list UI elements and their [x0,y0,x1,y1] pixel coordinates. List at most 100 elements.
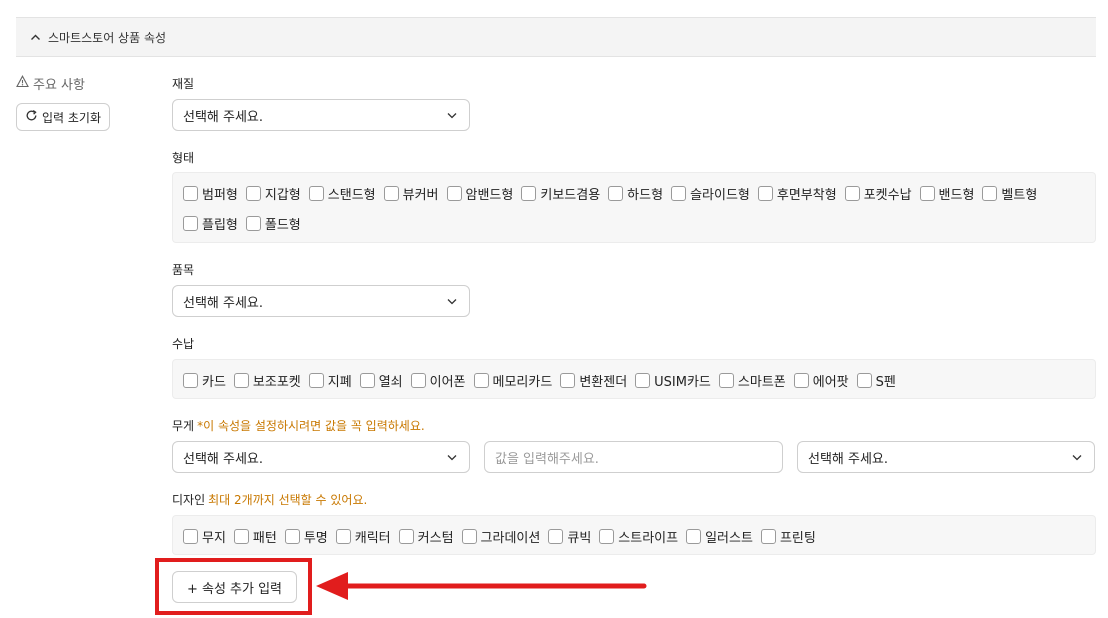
shape-option[interactable]: 범퍼형 [183,178,238,208]
design-option[interactable]: 패턴 [233,521,277,551]
storage-option[interactable]: 스마트폰 [718,365,786,395]
storage-checkbox[interactable] [635,372,651,388]
design-label-row: 디자인 최대 2개까지 선택할 수 있어요. [172,491,367,508]
design-option[interactable]: 캐릭터 [335,521,391,551]
shape-label: 형태 [172,151,195,165]
reset-label: 입력 초기화 [42,110,102,125]
design-option[interactable]: 커스텀 [398,521,454,551]
design-checkbox[interactable] [461,528,477,544]
section-header[interactable]: 스마트스토어 상품 속성 [16,17,1096,57]
item-select[interactable]: 선택해 주세요. [172,285,470,317]
design-checkbox[interactable] [599,528,615,544]
storage-checkbox[interactable] [793,372,809,388]
design-option[interactable]: 스트라이프 [599,521,678,551]
shape-checkbox[interactable] [982,185,998,201]
storage-checkbox[interactable] [233,372,249,388]
storage-option-label: 에어팟 [812,374,849,390]
shape-checkbox[interactable] [245,185,261,201]
section-title: 스마트스토어 상품 속성 [48,30,167,45]
shape-checkbox[interactable] [383,185,399,201]
storage-checkbox-group: 카드 보조포켓 지폐 열쇠 이어폰 메모리카드 변환젠더 USIM카드 스마트폰 에어팟 S펜 [172,359,1096,399]
design-option[interactable]: 투명 [284,521,328,551]
chevron-down-icon [447,108,457,123]
weight-value-input[interactable]: 값을 입력해주세요. [484,441,783,473]
shape-checkbox[interactable] [245,216,261,232]
storage-option[interactable]: 에어팟 [793,365,849,395]
storage-option[interactable]: 보조포켓 [233,365,301,395]
storage-checkbox[interactable] [183,372,198,388]
storage-option-label: 스마트폰 [737,374,786,390]
shape-checkbox[interactable] [844,185,860,201]
shape-checkbox[interactable] [757,185,773,201]
design-checkbox[interactable] [233,528,249,544]
notice-label: 주요 사항 [33,78,85,93]
shape-checkbox[interactable] [608,185,624,201]
design-option[interactable]: 프린팅 [760,521,816,551]
shape-checkbox[interactable] [671,185,687,201]
weight-select[interactable]: 선택해 주세요. [172,441,470,473]
shape-option[interactable]: 후면부착형 [757,178,837,208]
shape-option[interactable]: 밴드형 [919,178,974,208]
storage-checkbox[interactable] [718,372,734,388]
storage-checkbox[interactable] [410,372,426,388]
design-checkbox[interactable] [760,528,776,544]
shape-checkbox[interactable] [919,185,935,201]
design-checkbox[interactable] [183,528,198,544]
design-checkbox[interactable] [686,528,702,544]
design-option[interactable]: 무지 [183,521,226,551]
material-label: 재질 [172,77,195,91]
design-option[interactable]: 그라데이션 [461,521,541,551]
storage-checkbox[interactable] [473,372,489,388]
shape-option[interactable]: 지갑형 [245,178,301,208]
shape-option[interactable]: 폴드형 [245,209,301,239]
chevron-up-icon [30,32,41,43]
storage-option[interactable]: 메모리카드 [473,365,552,395]
design-option[interactable]: 일러스트 [686,521,753,551]
shape-option[interactable]: 슬라이드형 [671,178,750,208]
material-select[interactable]: 선택해 주세요. [172,99,470,131]
shape-option[interactable]: 키보드겸용 [521,178,600,208]
shape-option[interactable]: 플립형 [183,209,238,239]
item-select-value: 선택해 주세요. [183,295,264,311]
shape-option[interactable]: 포켓수납 [844,178,912,208]
shape-option[interactable]: 벨트형 [982,178,1037,208]
shape-option-label: 키보드겸용 [540,187,601,203]
design-checkbox[interactable] [548,528,564,544]
weight-unit-select[interactable]: 선택해 주세요. [797,441,1095,473]
design-checkbox[interactable] [335,528,351,544]
storage-option-label: 열쇠 [378,374,403,390]
design-option[interactable]: 큐빅 [548,521,591,551]
storage-checkbox[interactable] [560,372,576,388]
shape-checkbox[interactable] [183,185,198,201]
storage-option-label: 지폐 [327,374,352,390]
shape-option-label: 뷰커버 [402,187,439,203]
storage-option[interactable]: 열쇠 [359,365,403,395]
design-option-label: 그라데이션 [480,530,541,546]
reset-input-button[interactable]: 입력 초기화 [16,103,111,131]
storage-option[interactable]: 카드 [183,365,226,395]
design-option-label: 패턴 [252,530,277,546]
storage-checkbox[interactable] [856,372,872,388]
design-checkbox[interactable] [284,528,300,544]
storage-option[interactable]: 이어폰 [410,365,466,395]
warning-icon [16,75,29,92]
storage-option[interactable]: 변환젠더 [560,365,627,395]
storage-checkbox[interactable] [308,372,324,388]
chevron-down-icon [447,450,457,465]
shape-checkbox[interactable] [183,216,198,232]
notice: 주요 사항 [16,74,85,93]
design-option-label: 스트라이프 [618,530,679,546]
storage-checkbox[interactable] [359,372,375,388]
shape-option[interactable]: 하드형 [608,178,663,208]
shape-checkbox[interactable] [446,185,462,201]
shape-option[interactable]: 암밴드형 [446,178,513,208]
storage-option[interactable]: 지폐 [308,365,352,395]
design-hint: 최대 2개까지 선택할 수 있어요. [208,493,368,507]
shape-checkbox[interactable] [308,185,324,201]
shape-option[interactable]: 스탠드형 [308,178,376,208]
shape-checkbox[interactable] [521,185,537,201]
design-checkbox[interactable] [398,528,414,544]
storage-option[interactable]: S펜 [856,365,896,395]
shape-option[interactable]: 뷰커버 [383,178,439,208]
storage-option[interactable]: USIM카드 [635,365,711,395]
